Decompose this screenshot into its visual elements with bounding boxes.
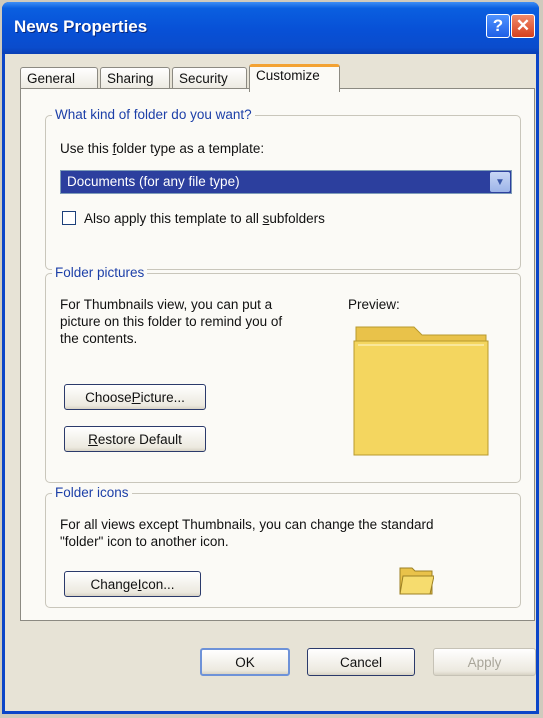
- tab-customize[interactable]: Customize: [249, 64, 340, 92]
- change-icon-button[interactable]: Change Icon...: [64, 571, 201, 597]
- folder-icon: [399, 567, 434, 595]
- choose-picture-button[interactable]: Choose Picture...: [64, 384, 206, 410]
- tab-sharing[interactable]: Sharing: [100, 67, 170, 90]
- title-bar[interactable]: News Properties ? ✕: [2, 2, 539, 54]
- icons-description-line1: For all views except Thumbnails, you can…: [60, 517, 434, 532]
- apply-subfolders-label[interactable]: Also apply this template to all subfolde…: [84, 210, 325, 227]
- help-button[interactable]: ?: [486, 14, 510, 38]
- pictures-description-line1: For Thumbnails view, you can put a: [60, 297, 273, 312]
- folder-type-group: What kind of folder do you want? Use thi…: [45, 107, 521, 270]
- apply-button[interactable]: Apply: [433, 648, 536, 676]
- restore-default-button[interactable]: Restore Default: [64, 426, 206, 452]
- folder-type-legend: What kind of folder do you want?: [52, 107, 255, 122]
- folder-preview-icon: [353, 326, 489, 456]
- close-button[interactable]: ✕: [511, 14, 535, 38]
- ok-button[interactable]: OK: [200, 648, 290, 676]
- chevron-down-icon[interactable]: ▼: [490, 172, 510, 192]
- folder-icons-legend: Folder icons: [52, 485, 132, 500]
- close-icon: ✕: [515, 16, 531, 35]
- properties-window: News Properties ? ✕ General Sharing Secu…: [2, 2, 539, 714]
- folder-icons-group: Folder icons For all views except Thumbn…: [45, 485, 521, 608]
- folder-type-select[interactable]: Documents (for any file type) ▼: [60, 170, 512, 194]
- help-icon: ?: [492, 16, 504, 35]
- icons-description-line2: "folder" icon to another icon.: [60, 534, 229, 549]
- pictures-description-line2: picture on this folder to remind you of: [60, 314, 283, 329]
- customize-panel: What kind of folder do you want? Use thi…: [20, 88, 535, 621]
- pictures-description-line3: the contents.: [60, 331, 138, 346]
- apply-subfolders-checkbox[interactable]: [62, 211, 76, 225]
- tab-security[interactable]: Security: [172, 67, 247, 90]
- window-title: News Properties: [14, 17, 148, 36]
- folder-pictures-group: Folder pictures For Thumbnails view, you…: [45, 265, 521, 483]
- template-label: Use this folder type as a template:: [60, 141, 265, 156]
- tab-general[interactable]: General: [20, 67, 98, 90]
- preview-label: Preview:: [348, 297, 400, 312]
- cancel-button[interactable]: Cancel: [307, 648, 415, 676]
- folder-pictures-legend: Folder pictures: [52, 265, 148, 280]
- folder-type-selected: Documents (for any file type): [67, 174, 240, 189]
